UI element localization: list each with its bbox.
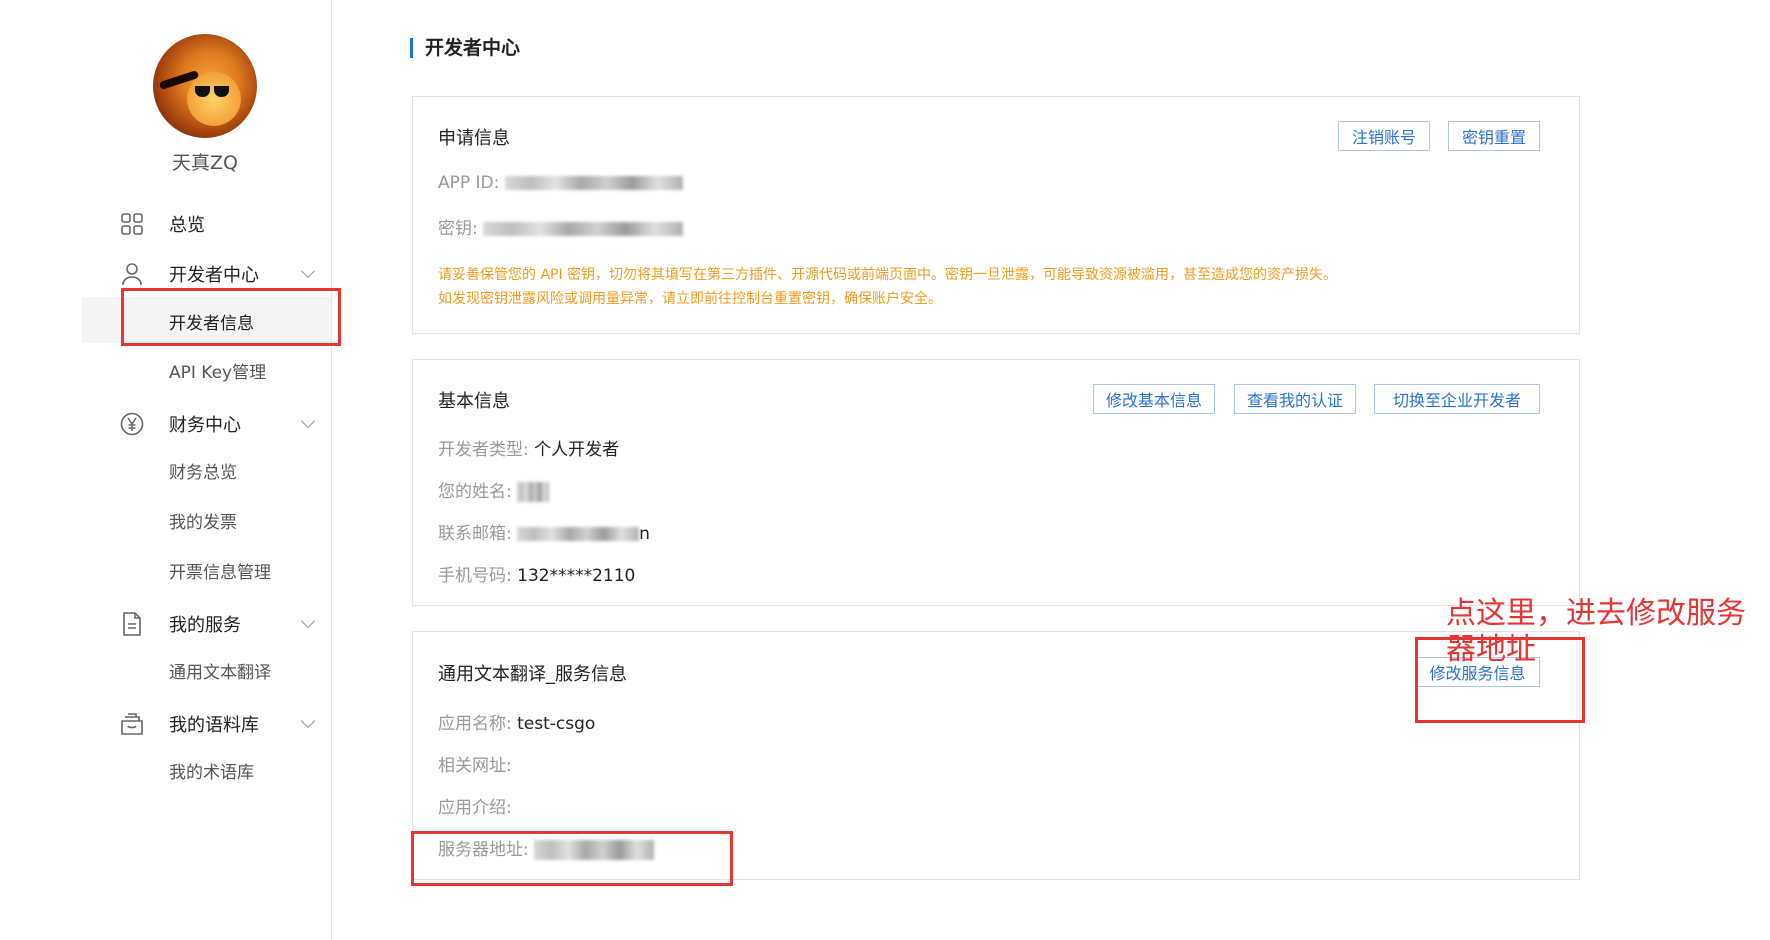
annotation-text: 点这里，进去修改服务器地址 (1446, 596, 1746, 667)
secret-value-redacted (483, 222, 684, 236)
user-icon (120, 262, 144, 286)
chevron-down-icon (300, 413, 316, 429)
nav-finance-center[interactable]: 财务中心 (0, 401, 331, 447)
nav-finance-overview[interactable]: 财务总览 (0, 446, 331, 492)
view-certification-button[interactable]: 查看我的认证 (1234, 384, 1356, 414)
nav-my-services[interactable]: 我的服务 (0, 601, 331, 647)
nav-overview-label: 总览 (169, 215, 205, 236)
avatar-glasses (195, 86, 231, 98)
username: 天真ZQ (172, 152, 238, 174)
app-intro-label: 应用介绍: (438, 798, 512, 818)
nav-general-text-translation[interactable]: 通用文本翻译 (0, 646, 331, 692)
document-icon (120, 612, 144, 636)
avatar-face (187, 72, 241, 126)
phone-label: 手机号码: (438, 566, 512, 586)
email-label: 联系邮箱: (438, 524, 512, 544)
chevron-down-icon (300, 263, 316, 279)
security-warning-line2: 如发现密钥泄露风险或调用量异常，请立即前往控制台重置密钥，确保账户安全。 (438, 291, 942, 307)
switch-enterprise-button[interactable]: 切换至企业开发者 (1374, 384, 1540, 414)
app-id-label: APP ID: (438, 173, 500, 193)
nav-invoice-info-mgmt-label: 开票信息管理 (169, 563, 271, 583)
avatar[interactable] (153, 34, 257, 138)
nav-general-text-translation-label: 通用文本翻译 (169, 663, 271, 683)
secret-row: 密钥: (438, 214, 684, 239)
email-row: 联系邮箱: n (438, 519, 650, 544)
nav-api-key-mgmt[interactable]: API Key管理 (0, 346, 331, 392)
highlight-box-server-address (411, 831, 733, 886)
name-value-redacted (517, 482, 550, 502)
name-row: 您的姓名: (438, 477, 550, 502)
reset-key-button[interactable]: 密钥重置 (1448, 121, 1540, 151)
nav-my-invoices[interactable]: 我的发票 (0, 496, 331, 542)
nav-my-termbase-label: 我的术语库 (169, 763, 254, 783)
related-url-row: 相关网址: (438, 751, 512, 776)
basic-info-title: 基本信息 (438, 391, 510, 412)
email-value-redacted (517, 527, 640, 541)
nav-my-corpus[interactable]: 我的语料库 (0, 701, 331, 747)
yen-icon (120, 412, 144, 436)
service-info-title: 通用文本翻译_服务信息 (438, 664, 627, 685)
app-intro-row: 应用介绍: (438, 793, 512, 818)
edit-basic-info-button[interactable]: 修改基本信息 (1093, 384, 1215, 414)
page-title: 开发者中心 (410, 38, 520, 58)
sidebar: 天真ZQ 总览 开发者中心 开发者信息 API Key管理 财务中心 财务总览 … (0, 0, 332, 940)
nav-my-termbase[interactable]: 我的术语库 (0, 746, 331, 792)
app-id-row: APP ID: (438, 173, 683, 193)
nav-api-key-mgmt-label: API Key管理 (169, 363, 267, 383)
nav-my-invoices-label: 我的发票 (169, 513, 237, 533)
nav-overview[interactable]: 总览 (0, 201, 331, 247)
cancel-account-button[interactable]: 注销账号 (1338, 121, 1430, 151)
nav-my-corpus-label: 我的语料库 (169, 715, 259, 736)
basic-info-card: 基本信息 修改基本信息 查看我的认证 切换至企业开发者 开发者类型: 个人开发者… (412, 359, 1580, 606)
app-name-value: test-csgo (517, 714, 596, 734)
developer-type-value: 个人开发者 (534, 440, 620, 460)
security-warning-line1: 请妥善保管您的 API 密钥，切勿将其填写在第三方插件、开源代码或前端页面中。密… (438, 267, 1338, 283)
nav-invoice-info-mgmt[interactable]: 开票信息管理 (0, 546, 331, 592)
app-name-row: 应用名称: test-csgo (438, 709, 595, 734)
nav-developer-center-label: 开发者中心 (169, 265, 259, 286)
secret-label: 密钥: (438, 219, 478, 239)
related-url-label: 相关网址: (438, 756, 512, 776)
app-id-value-redacted (504, 176, 683, 190)
application-info-card: 申请信息 注销账号 密钥重置 APP ID: 密钥: 请妥善保管您的 API 密… (412, 96, 1580, 334)
phone-value: 132*****2110 (517, 566, 636, 586)
archive-icon (120, 712, 144, 736)
chevron-down-icon (300, 613, 316, 629)
developer-type-row: 开发者类型: 个人开发者 (438, 435, 619, 460)
highlight-box-developer-info (121, 288, 341, 346)
grid-icon (120, 212, 144, 236)
nav-finance-center-label: 财务中心 (169, 415, 241, 436)
developer-type-label: 开发者类型: (438, 440, 529, 460)
nav-my-services-label: 我的服务 (169, 615, 241, 636)
application-info-title: 申请信息 (438, 128, 510, 149)
phone-row: 手机号码: 132*****2110 (438, 561, 635, 586)
app-name-label: 应用名称: (438, 714, 512, 734)
name-label: 您的姓名: (438, 482, 512, 502)
nav-finance-overview-label: 财务总览 (169, 463, 237, 483)
email-value-tail: n (639, 524, 650, 544)
chevron-down-icon (300, 713, 316, 729)
